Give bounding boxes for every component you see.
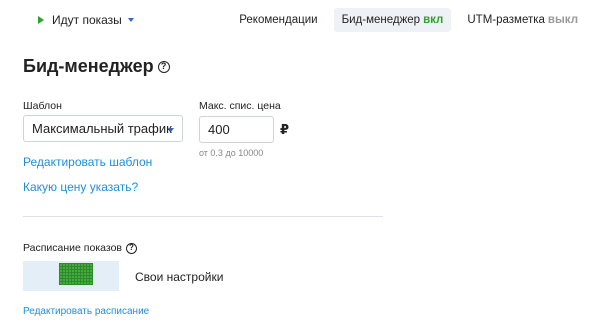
top-bar: Идут показы Рекомендации Бид-менеджер вкл…	[0, 0, 600, 40]
edit-template-link[interactable]: Редактировать шаблон	[23, 155, 152, 169]
page-title-text: Бид-менеджер	[23, 56, 154, 76]
template-select[interactable]: Максимальный трафик	[23, 115, 183, 142]
schedule-preview[interactable]	[23, 261, 119, 291]
play-icon	[38, 16, 44, 24]
campaign-status-dropdown[interactable]: Идут показы	[38, 13, 134, 27]
settings-tabs: Рекомендации Бид-менеджер вкл UTM-разметк…	[223, 8, 586, 32]
schedule-grid-thumbnail	[59, 263, 93, 285]
question-circle-icon[interactable]: ?	[126, 242, 137, 254]
tab-state-on: вкл	[423, 14, 444, 26]
tab-utm[interactable]: UTM-разметка выкл	[459, 8, 586, 32]
chevron-down-icon	[168, 128, 174, 132]
schedule-title: Расписание показов ?	[23, 242, 137, 254]
template-label: Шаблон	[23, 100, 62, 112]
question-circle-icon[interactable]: ?	[157, 60, 170, 73]
tab-state-off: выкл	[547, 14, 578, 26]
currency-symbol: ₽	[280, 122, 290, 137]
template-select-value: Максимальный трафик	[32, 121, 172, 136]
tab-bid-manager[interactable]: Бид-менеджер вкл	[333, 8, 452, 32]
section-divider	[23, 216, 383, 217]
price-range-hint: от 0.3 до 10000	[199, 148, 264, 158]
page-title: Бид-менеджер ?	[23, 56, 170, 77]
max-price-input[interactable]	[199, 116, 274, 143]
tab-label: UTM-разметка	[467, 14, 545, 26]
schedule-preset-label: Свои настройки	[135, 270, 224, 284]
chevron-down-icon	[127, 18, 134, 22]
schedule-title-text: Расписание показов	[23, 242, 122, 254]
which-price-link[interactable]: Какую цену указать?	[23, 180, 138, 194]
tab-label: Рекомендации	[239, 14, 318, 26]
max-price-label: Макс. спис. цена	[199, 100, 281, 112]
tab-label: Бид-менеджер	[341, 14, 421, 26]
campaign-status-label: Идут показы	[52, 13, 122, 27]
tab-recommendations[interactable]: Рекомендации	[231, 8, 325, 32]
edit-schedule-link[interactable]: Редактировать расписание	[23, 306, 149, 317]
